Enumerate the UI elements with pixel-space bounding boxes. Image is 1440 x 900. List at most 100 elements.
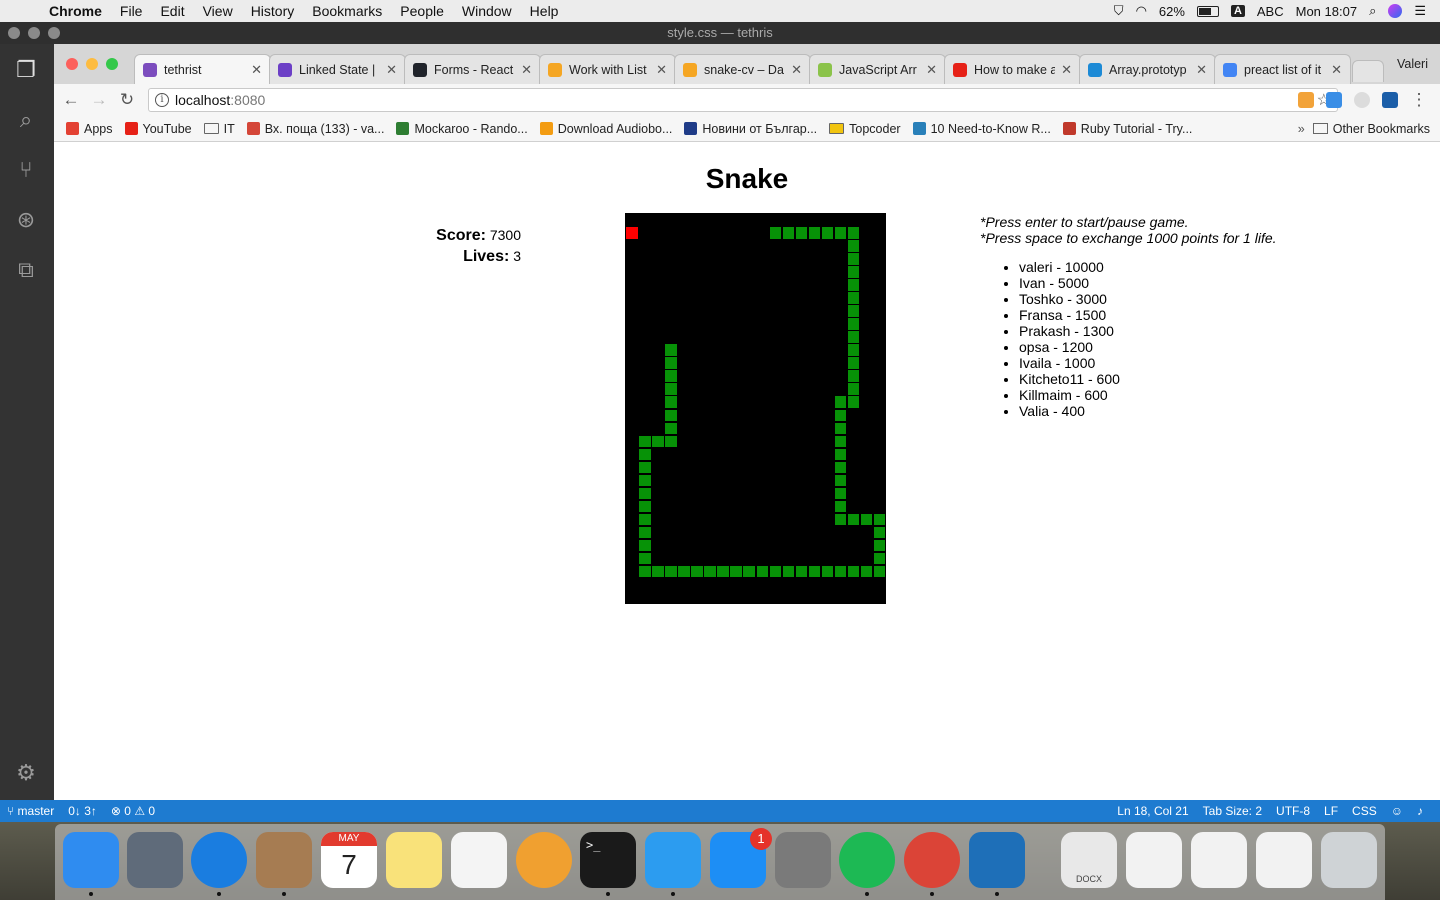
browser-tab[interactable]: preact list of it ✕ xyxy=(1214,54,1351,84)
battery-percent[interactable]: 62% xyxy=(1159,4,1185,19)
chrome-minimize-button[interactable] xyxy=(86,58,98,70)
browser-tab[interactable]: Forms - React ✕ xyxy=(404,54,541,84)
tab-close-icon[interactable]: ✕ xyxy=(1196,62,1207,78)
vscode-zoom-button[interactable] xyxy=(48,27,60,39)
tab-close-icon[interactable]: ✕ xyxy=(791,62,802,78)
site-info-icon[interactable]: i xyxy=(155,93,169,107)
tab-close-icon[interactable]: ✕ xyxy=(926,62,937,78)
menu-file[interactable]: File xyxy=(111,3,152,19)
tab-close-icon[interactable]: ✕ xyxy=(656,62,667,78)
git-branch-status[interactable]: ⑂ master xyxy=(0,804,61,818)
chrome-close-button[interactable] xyxy=(66,58,78,70)
tab-size[interactable]: Tab Size: 2 xyxy=(1196,804,1269,818)
browser-tab[interactable]: snake-cv – Da ✕ xyxy=(674,54,811,84)
bookmarks-overflow-button[interactable]: » xyxy=(1298,122,1305,136)
browser-tab[interactable]: How to make a ✕ xyxy=(944,54,1081,84)
document-icon[interactable]: DOCX xyxy=(1061,832,1117,888)
chrome-menu-icon[interactable]: ⋮ xyxy=(1408,89,1430,111)
bookmark-item[interactable]: Ruby Tutorial - Try... xyxy=(1062,122,1192,136)
extension-picker-icon[interactable] xyxy=(1326,92,1342,108)
trash-icon[interactable] xyxy=(1321,832,1377,888)
address-bar[interactable]: i localhost :8080 ☆ xyxy=(148,88,1338,112)
explorer-icon[interactable]: ❐ xyxy=(12,56,40,84)
menu-people[interactable]: People xyxy=(391,3,453,19)
menubar-clock[interactable]: Mon 18:07 xyxy=(1296,4,1357,19)
tab-close-icon[interactable]: ✕ xyxy=(1061,62,1072,78)
menu-app-name[interactable]: Chrome xyxy=(40,3,111,19)
vscode-icon[interactable] xyxy=(969,832,1025,888)
browser-tab[interactable]: Array.prototyp ✕ xyxy=(1079,54,1216,84)
reminders-icon[interactable] xyxy=(451,832,507,888)
menu-view[interactable]: View xyxy=(194,3,242,19)
browser-tab[interactable]: Work with List ✕ xyxy=(539,54,676,84)
screenshot-1-icon[interactable] xyxy=(1126,832,1182,888)
spotlight-search-icon[interactable]: ⌕ xyxy=(1369,3,1376,19)
extensions-icon[interactable]: ⧉ xyxy=(12,256,40,284)
chrome-icon[interactable] xyxy=(904,832,960,888)
search-icon[interactable]: ⌕ xyxy=(12,106,40,134)
finder-icon[interactable] xyxy=(63,832,119,888)
input-source-label[interactable]: ABC xyxy=(1257,4,1284,19)
browser-tab[interactable]: JavaScript Arr ✕ xyxy=(809,54,946,84)
feedback-smiley-icon[interactable]: ☺ xyxy=(1384,804,1410,818)
terminal-icon[interactable]: >_ xyxy=(580,832,636,888)
problems-status[interactable]: ⊗ 0 ⚠ 0 xyxy=(104,804,162,818)
mail-icon[interactable] xyxy=(256,832,312,888)
forward-arrow-icon[interactable]: → xyxy=(88,89,110,111)
reload-icon[interactable]: ↻ xyxy=(116,89,138,111)
tab-close-icon[interactable]: ✕ xyxy=(521,62,532,78)
battery-icon[interactable] xyxy=(1196,5,1219,17)
menu-history[interactable]: History xyxy=(242,3,304,19)
safari-icon[interactable] xyxy=(191,832,247,888)
bookmark-item[interactable]: Вх. поща (133) - va... xyxy=(246,122,384,136)
browser-tab[interactable]: tethrist ✕ xyxy=(134,54,271,84)
extension-bookmark-icon[interactable] xyxy=(1298,92,1314,108)
menu-bookmarks[interactable]: Bookmarks xyxy=(303,3,391,19)
vscode-minimize-button[interactable] xyxy=(28,27,40,39)
shield-icon[interactable]: ⛉ xyxy=(1114,3,1124,19)
notification-center-icon[interactable]: ☰ xyxy=(1414,3,1426,19)
bookmark-item[interactable]: Topcoder xyxy=(829,122,901,136)
photos-icon[interactable] xyxy=(516,832,572,888)
bookmark-item[interactable]: Download Audiobo... xyxy=(539,122,672,136)
bookmark-item[interactable]: IT xyxy=(203,122,235,136)
bookmark-item[interactable]: Новини от Българ... xyxy=(684,122,817,136)
bookmark-item[interactable]: Apps xyxy=(66,122,113,136)
game-board[interactable] xyxy=(625,213,886,604)
cursor-position[interactable]: Ln 18, Col 21 xyxy=(1110,804,1195,818)
line-ending[interactable]: LF xyxy=(1317,804,1345,818)
tab-close-icon[interactable]: ✕ xyxy=(251,62,262,78)
menu-edit[interactable]: Edit xyxy=(151,3,193,19)
menu-window[interactable]: Window xyxy=(453,3,521,19)
source-control-icon[interactable]: ⑂ xyxy=(12,156,40,184)
other-bookmarks-folder[interactable]: Other Bookmarks xyxy=(1312,122,1430,136)
system-preferences-icon[interactable] xyxy=(775,832,831,888)
screenshot-2-icon[interactable] xyxy=(1191,832,1247,888)
launchpad-icon[interactable] xyxy=(127,832,183,888)
bookmark-item[interactable]: Mockaroo - Rando... xyxy=(396,122,528,136)
chrome-zoom-button[interactable] xyxy=(106,58,118,70)
menu-help[interactable]: Help xyxy=(521,3,568,19)
siri-icon[interactable] xyxy=(1388,4,1403,18)
messages-icon[interactable] xyxy=(645,832,701,888)
input-source-icon[interactable]: A xyxy=(1230,5,1245,17)
encoding[interactable]: UTF-8 xyxy=(1269,804,1317,818)
back-arrow-icon[interactable]: ← xyxy=(60,89,82,111)
spotify-icon[interactable] xyxy=(839,832,895,888)
sync-status[interactable]: 0↓ 3↑ xyxy=(61,804,104,818)
profile-button[interactable]: Valeri xyxy=(1397,57,1428,71)
tab-close-icon[interactable]: ✕ xyxy=(386,62,397,78)
settings-gear-icon[interactable]: ⚙ xyxy=(12,759,40,787)
calendar-icon[interactable]: MAY 7 xyxy=(321,832,377,888)
bookmark-item[interactable]: 10 Need-to-Know R... xyxy=(912,122,1051,136)
notifications-bell-icon[interactable]: ♪ xyxy=(1410,804,1430,818)
notes-icon[interactable] xyxy=(386,832,442,888)
extension-disabled-icon[interactable] xyxy=(1354,92,1370,108)
extension-new-icon[interactable] xyxy=(1382,92,1398,108)
language-mode[interactable]: CSS xyxy=(1345,804,1384,818)
bookmark-item[interactable]: YouTube xyxy=(124,122,192,136)
wifi-icon[interactable]: ◠ xyxy=(1136,3,1147,19)
vscode-close-button[interactable] xyxy=(8,27,20,39)
debug-icon[interactable]: ⊛ xyxy=(12,206,40,234)
screenshot-3-icon[interactable] xyxy=(1256,832,1312,888)
